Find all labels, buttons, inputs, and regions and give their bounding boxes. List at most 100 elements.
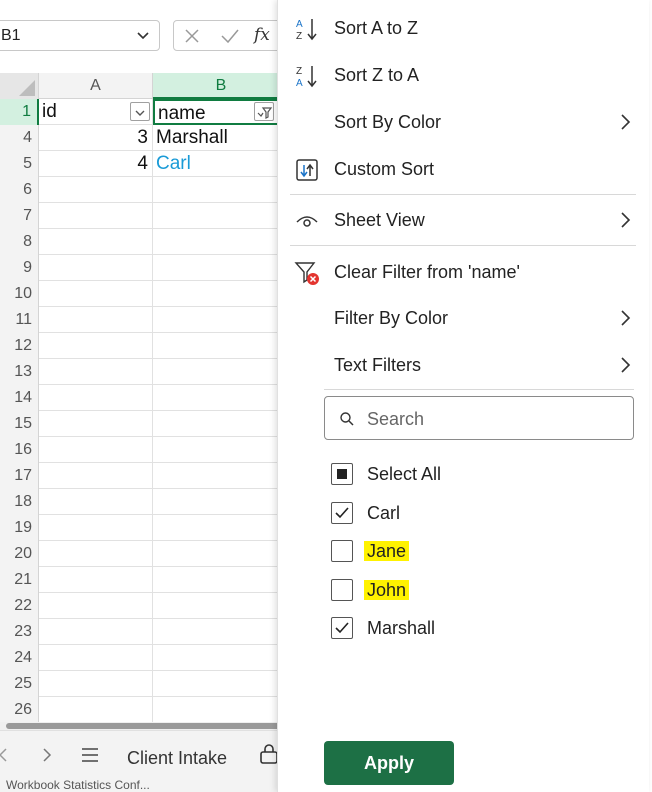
cell-b[interactable]: Carl xyxy=(153,151,290,177)
row-header[interactable]: 16 xyxy=(0,437,39,463)
cell-a[interactable] xyxy=(39,255,153,281)
cell-a[interactable] xyxy=(39,489,153,515)
row-header[interactable]: 26 xyxy=(0,697,39,723)
cell-b[interactable] xyxy=(153,255,290,281)
sort-a-to-z[interactable]: A Z Sort A to Z xyxy=(278,6,650,50)
row-header[interactable]: 20 xyxy=(0,541,39,567)
sheet-view[interactable]: Sheet View xyxy=(278,198,650,242)
john-label[interactable]: John xyxy=(364,580,410,601)
row-header[interactable]: 11 xyxy=(0,307,39,333)
carl-checkbox[interactable] xyxy=(331,502,353,524)
menu-icon[interactable] xyxy=(80,747,100,763)
confirm-icon[interactable] xyxy=(220,28,240,44)
row-header[interactable]: 6 xyxy=(0,177,39,203)
marshall-label[interactable]: Marshall xyxy=(367,618,435,639)
cell-b[interactable] xyxy=(153,697,290,723)
cell-b[interactable] xyxy=(153,515,290,541)
cancel-icon[interactable] xyxy=(184,28,200,44)
row-header[interactable]: 10 xyxy=(0,281,39,307)
cell-a[interactable] xyxy=(39,697,153,723)
cell-b[interactable] xyxy=(153,437,290,463)
filter-dropdown-button[interactable] xyxy=(130,102,150,121)
row-header[interactable]: 17 xyxy=(0,463,39,489)
cell-a[interactable] xyxy=(39,619,153,645)
row-header[interactable]: 23 xyxy=(0,619,39,645)
cell-a[interactable] xyxy=(39,229,153,255)
cell-b[interactable] xyxy=(153,333,290,359)
cell-b[interactable]: Marshall xyxy=(153,125,290,151)
cell-b[interactable] xyxy=(153,671,290,697)
cell-b[interactable] xyxy=(153,541,290,567)
cell-a[interactable]: 4 xyxy=(39,151,153,177)
search-input[interactable]: Search xyxy=(324,396,634,440)
cell-b[interactable] xyxy=(153,489,290,515)
text-filters[interactable]: Text Filters xyxy=(278,343,650,387)
cell-b[interactable] xyxy=(153,359,290,385)
sort-z-to-a[interactable]: Z A Sort Z to A xyxy=(278,53,650,97)
cell-a[interactable]: 3 xyxy=(39,125,153,151)
cell-b[interactable] xyxy=(153,463,290,489)
row-header[interactable]: 13 xyxy=(0,359,39,385)
row-header[interactable]: 24 xyxy=(0,645,39,671)
row-header[interactable]: 22 xyxy=(0,593,39,619)
row-header[interactable]: 19 xyxy=(0,515,39,541)
filter-by-color[interactable]: Filter By Color xyxy=(278,296,650,340)
select-all-corner[interactable] xyxy=(0,73,39,99)
jane-checkbox[interactable] xyxy=(331,540,353,562)
cell-b[interactable] xyxy=(153,619,290,645)
cell-b[interactable] xyxy=(153,567,290,593)
apply-button[interactable]: Apply xyxy=(324,741,454,785)
cell-a[interactable] xyxy=(39,567,153,593)
john-checkbox[interactable] xyxy=(331,579,353,601)
row-header[interactable]: 1 xyxy=(0,99,39,125)
cell-b[interactable] xyxy=(153,229,290,255)
cell-a[interactable] xyxy=(39,359,153,385)
row-header[interactable]: 5 xyxy=(0,151,39,177)
scrollbar-thumb[interactable] xyxy=(6,723,290,729)
cell-a[interactable] xyxy=(39,593,153,619)
cell-a[interactable] xyxy=(39,333,153,359)
cell-a[interactable] xyxy=(39,307,153,333)
select-all-label[interactable]: Select All xyxy=(367,464,441,485)
cell-a[interactable] xyxy=(39,177,153,203)
cell-a[interactable] xyxy=(39,281,153,307)
cell-a[interactable] xyxy=(39,671,153,697)
cell-a1[interactable]: id xyxy=(39,99,153,125)
cell-b[interactable] xyxy=(153,385,290,411)
row-header[interactable]: 7 xyxy=(0,203,39,229)
select-all-checkbox[interactable] xyxy=(331,463,353,485)
cell-a[interactable] xyxy=(39,203,153,229)
cell-b[interactable] xyxy=(153,593,290,619)
jane-label[interactable]: Jane xyxy=(364,541,410,562)
sort-by-color[interactable]: Sort By Color xyxy=(278,100,650,144)
cell-a[interactable] xyxy=(39,541,153,567)
tab-client-intake[interactable]: Client Intake xyxy=(127,748,227,769)
cell-b[interactable] xyxy=(153,281,290,307)
column-header-a[interactable]: A xyxy=(39,73,153,99)
cell-a[interactable] xyxy=(39,385,153,411)
marshall-checkbox[interactable] xyxy=(331,617,353,639)
cell-a[interactable] xyxy=(39,645,153,671)
row-header[interactable]: 25 xyxy=(0,671,39,697)
carl-label[interactable]: Carl xyxy=(367,503,400,524)
row-header[interactable]: 18 xyxy=(0,489,39,515)
filter-active-button[interactable] xyxy=(254,102,274,121)
formula-input[interactable]: fx xyxy=(173,20,290,51)
chevron-right-icon[interactable] xyxy=(40,745,54,765)
row-header[interactable]: 4 xyxy=(0,125,39,151)
cell-b1[interactable]: name xyxy=(153,99,290,125)
fx-icon[interactable]: fx xyxy=(254,25,270,45)
custom-sort[interactable]: Custom Sort xyxy=(278,147,650,191)
chevron-left-icon[interactable] xyxy=(0,745,10,765)
row-header[interactable]: 8 xyxy=(0,229,39,255)
column-header-b[interactable]: B xyxy=(153,73,290,99)
row-header[interactable]: 12 xyxy=(0,333,39,359)
cell-b[interactable] xyxy=(153,307,290,333)
row-header[interactable]: 15 xyxy=(0,411,39,437)
cell-a[interactable] xyxy=(39,515,153,541)
name-box[interactable]: B1 xyxy=(0,20,160,51)
cell-a[interactable] xyxy=(39,411,153,437)
cell-a[interactable] xyxy=(39,437,153,463)
cell-a[interactable] xyxy=(39,463,153,489)
cell-b[interactable] xyxy=(153,177,290,203)
